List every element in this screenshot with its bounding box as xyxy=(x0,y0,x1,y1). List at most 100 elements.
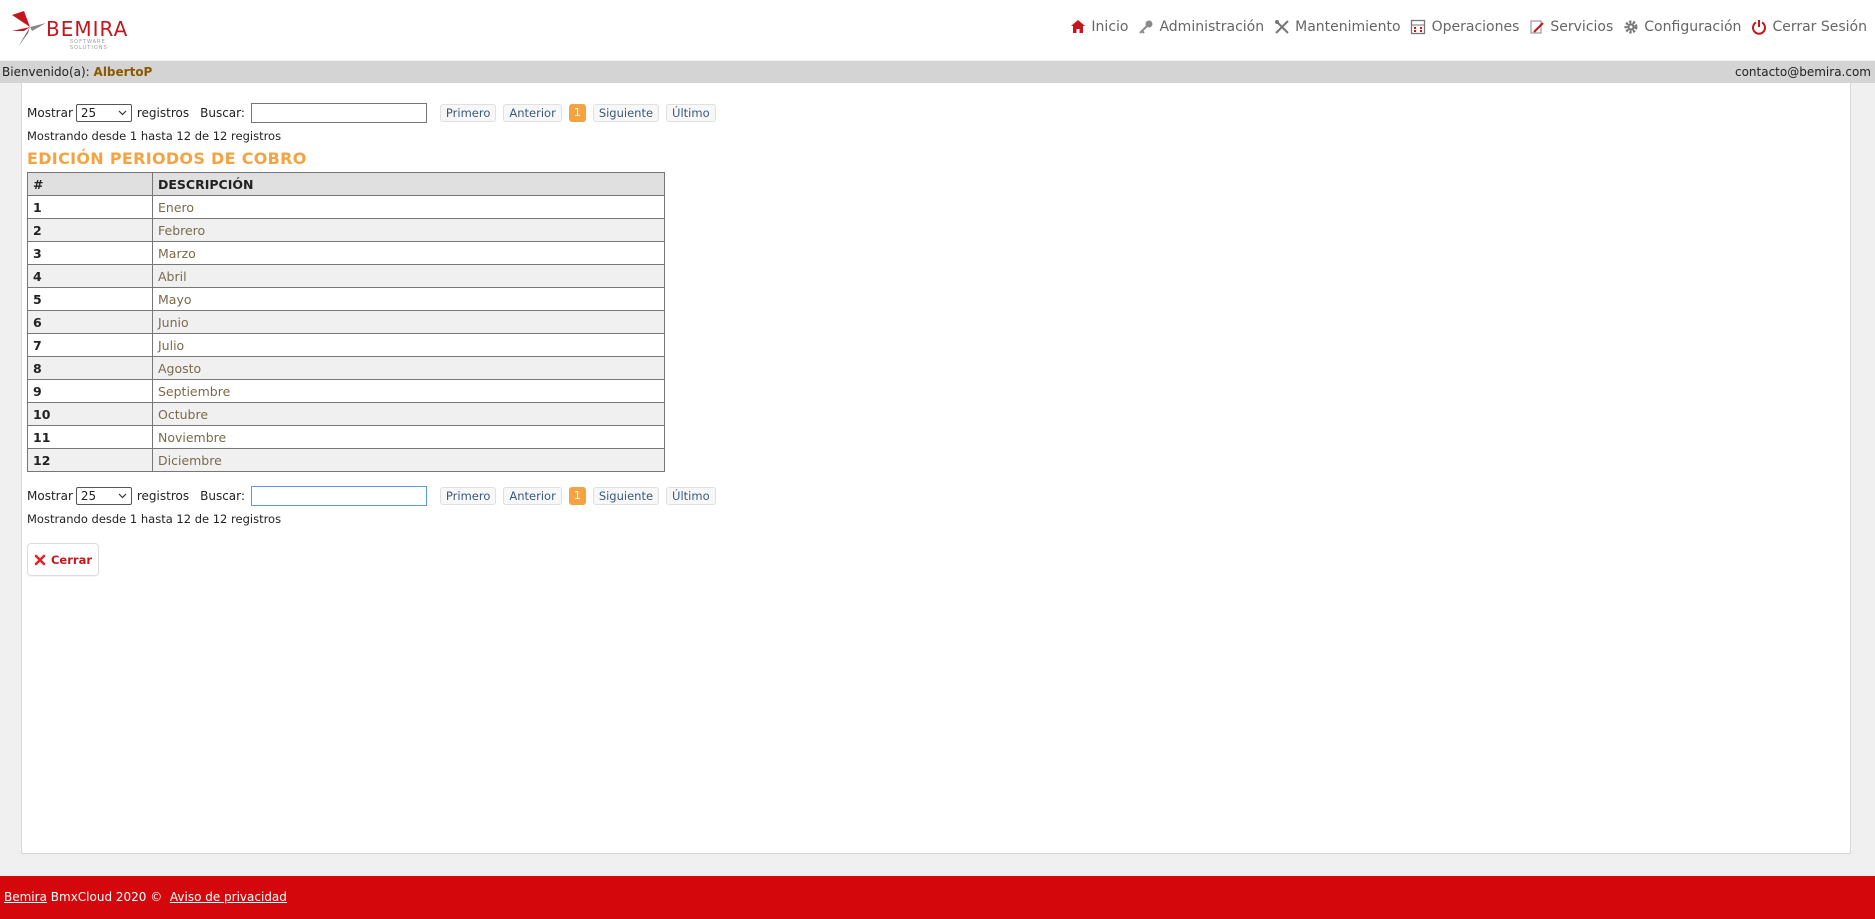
table-row[interactable]: 2 Febrero xyxy=(27,218,665,242)
pager-bottom: Primero Anterior 1 Siguiente Último xyxy=(439,487,723,505)
last-page-button-bottom[interactable]: Último xyxy=(666,487,716,505)
records-info-top: Mostrando desde 1 hasta 12 de 12 registr… xyxy=(27,129,282,143)
table-row[interactable]: 4 Abril xyxy=(27,264,665,288)
chevron-down-icon xyxy=(118,110,127,116)
search-input-bottom[interactable] xyxy=(250,486,427,506)
search-label-bottom: Buscar: xyxy=(200,489,245,503)
page-size-value: 25 xyxy=(80,106,97,120)
brand-tagline: SOFTWARE SOLUTIONS xyxy=(70,39,108,51)
star-logo-icon xyxy=(12,11,46,47)
row-number: 5 xyxy=(27,287,153,311)
row-description[interactable]: Marzo xyxy=(152,241,665,265)
bemira-logo[interactable]: BEMIRA SOFTWARE SOLUTIONS xyxy=(10,8,140,51)
periods-table: # DESCRIPCIÓN 1 Enero 2 Febrero 3 Marzo 4 Ab… xyxy=(27,172,665,472)
page-1-button-bottom[interactable]: 1 xyxy=(568,487,586,505)
footer-brand-link[interactable]: Bemira xyxy=(4,890,47,904)
page-title: EDICIÓN PERIODOS DE COBRO xyxy=(27,149,307,168)
first-page-button-bottom[interactable]: Primero xyxy=(439,487,497,505)
footer: Bemira BmxCloud 2020 © Aviso de privacid… xyxy=(0,876,1875,919)
document-edit-icon xyxy=(1528,18,1545,35)
page-size-select-bottom[interactable]: 25 xyxy=(75,487,132,505)
show-label: Mostrar xyxy=(27,106,73,120)
row-description[interactable]: Junio xyxy=(152,310,665,334)
show-label-bottom: Mostrar xyxy=(27,489,73,503)
table-header-row: # DESCRIPCIÓN xyxy=(27,172,665,196)
table-row[interactable]: 3 Marzo xyxy=(27,241,665,265)
row-number: 4 xyxy=(27,264,153,288)
footer-copyright: BmxCloud 2020 © xyxy=(50,890,163,904)
table-row[interactable]: 8 Agosto xyxy=(27,356,665,380)
row-number: 11 xyxy=(27,425,153,449)
nav-cerrar-sesion[interactable]: Cerrar Sesión xyxy=(1750,18,1867,35)
welcome-username: AlbertoP xyxy=(93,65,153,79)
nav-configuracion-label: Configuración xyxy=(1644,18,1742,35)
close-button[interactable]: Cerrar xyxy=(27,543,99,576)
first-page-button[interactable]: Primero xyxy=(439,104,497,122)
row-number: 3 xyxy=(27,241,153,265)
table-row[interactable]: 6 Junio xyxy=(27,310,665,334)
row-description[interactable]: Diciembre xyxy=(152,448,665,472)
header: BEMIRA SOFTWARE SOLUTIONS Inicio Adminis… xyxy=(0,0,1875,60)
records-info-bottom: Mostrando desde 1 hasta 12 de 12 registr… xyxy=(27,512,282,526)
tools-icon xyxy=(1273,18,1290,35)
table-row[interactable]: 12 Diciembre xyxy=(27,448,665,472)
row-number: 1 xyxy=(27,195,153,219)
privacy-link[interactable]: Aviso de privacidad xyxy=(170,890,287,904)
row-description[interactable]: Septiembre xyxy=(152,379,665,403)
search-input[interactable] xyxy=(250,103,427,123)
calculator-icon xyxy=(1410,18,1427,35)
column-header-number[interactable]: # xyxy=(27,172,153,196)
table-row[interactable]: 10 Octubre xyxy=(27,402,665,426)
table-row[interactable]: 1 Enero xyxy=(27,195,665,219)
welcome-text: Bienvenido(a): AlbertoP xyxy=(2,61,152,83)
home-icon xyxy=(1069,18,1086,35)
row-number: 9 xyxy=(27,379,153,403)
next-page-button-bottom[interactable]: Siguiente xyxy=(592,487,660,505)
row-number: 12 xyxy=(27,448,153,472)
previous-page-button[interactable]: Anterior xyxy=(503,104,562,122)
nav-mantenimiento[interactable]: Mantenimiento xyxy=(1273,18,1401,35)
nav-mantenimiento-label: Mantenimiento xyxy=(1295,18,1401,35)
nav-operaciones[interactable]: Operaciones xyxy=(1410,18,1520,35)
previous-page-button-bottom[interactable]: Anterior xyxy=(503,487,562,505)
footer-content: Bemira BmxCloud 2020 © Aviso de privacid… xyxy=(4,890,287,904)
row-description[interactable]: Julio xyxy=(152,333,665,357)
last-page-button[interactable]: Último xyxy=(666,104,716,122)
power-icon xyxy=(1750,18,1767,35)
chevron-down-icon xyxy=(118,493,127,499)
next-page-button[interactable]: Siguiente xyxy=(592,104,660,122)
row-description[interactable]: Febrero xyxy=(152,218,665,242)
nav-servicios-label: Servicios xyxy=(1550,18,1614,35)
row-description[interactable]: Abril xyxy=(152,264,665,288)
main-nav: Inicio Administración Mantenimiento Oper… xyxy=(1060,18,1867,35)
table-row[interactable]: 9 Septiembre xyxy=(27,379,665,403)
welcome-prefix: Bienvenido(a): xyxy=(2,65,90,79)
row-description[interactable]: Noviembre xyxy=(152,425,665,449)
row-number: 6 xyxy=(27,310,153,334)
gear-icon xyxy=(1622,18,1639,35)
nav-inicio-label: Inicio xyxy=(1091,18,1129,35)
row-description[interactable]: Agosto xyxy=(152,356,665,380)
page-size-select[interactable]: 25 xyxy=(75,104,132,122)
nav-servicios[interactable]: Servicios xyxy=(1528,18,1613,35)
search-label: Buscar: xyxy=(200,106,245,120)
row-number: 7 xyxy=(27,333,153,357)
key-icon xyxy=(1137,18,1154,35)
table-row[interactable]: 5 Mayo xyxy=(27,287,665,311)
row-description[interactable]: Mayo xyxy=(152,287,665,311)
close-icon xyxy=(34,554,46,565)
nav-configuracion[interactable]: Configuración xyxy=(1622,18,1741,35)
column-header-description[interactable]: DESCRIPCIÓN xyxy=(152,172,665,196)
table-row[interactable]: 11 Noviembre xyxy=(27,425,665,449)
row-description[interactable]: Enero xyxy=(152,195,665,219)
nav-operaciones-label: Operaciones xyxy=(1431,18,1520,35)
nav-inicio[interactable]: Inicio xyxy=(1069,18,1128,35)
row-number: 8 xyxy=(27,356,153,380)
main-panel: Mostrar 25 registros Buscar: Primero Ant… xyxy=(21,83,1851,854)
welcome-bar: Bienvenido(a): AlbertoP contacto@bemira.… xyxy=(0,61,1875,83)
brand-name: BEMIRA xyxy=(46,17,129,41)
row-description[interactable]: Octubre xyxy=(152,402,665,426)
page-1-button[interactable]: 1 xyxy=(568,104,586,122)
nav-administracion[interactable]: Administración xyxy=(1137,18,1264,35)
table-row[interactable]: 7 Julio xyxy=(27,333,665,357)
